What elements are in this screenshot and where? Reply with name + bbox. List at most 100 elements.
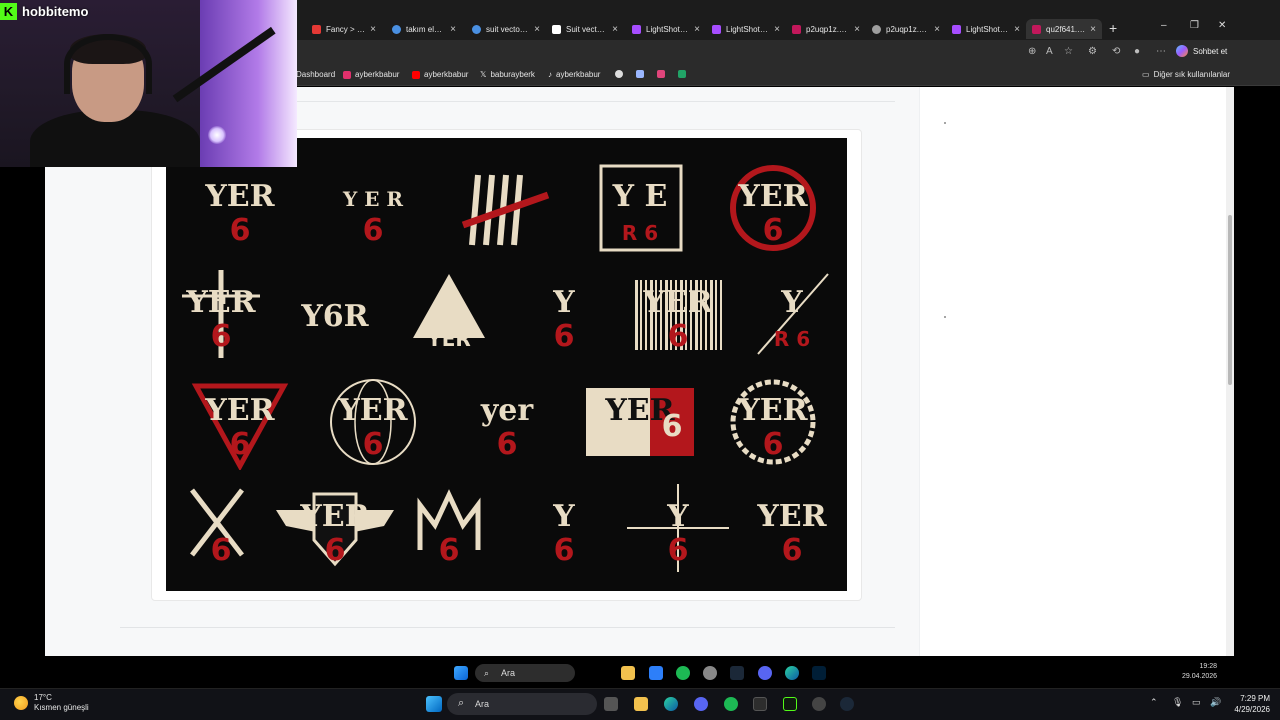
start-button[interactable] bbox=[426, 696, 442, 712]
bookmark-tiktok[interactable]: ♪ ayberkbabur bbox=[548, 70, 600, 79]
bookmark-extra-1[interactable] bbox=[615, 70, 623, 78]
logo-mark: YER6 bbox=[182, 270, 261, 358]
history-icon[interactable]: ⟲ bbox=[1112, 46, 1120, 57]
obs-app-icon[interactable] bbox=[783, 697, 797, 711]
more-menu-icon[interactable]: ⋯ bbox=[1156, 46, 1166, 57]
zoom-icon[interactable]: ⊕ bbox=[1028, 46, 1036, 57]
profile-icon[interactable]: ● bbox=[1134, 46, 1140, 57]
bookmark-dashboard[interactable]: Dashboard bbox=[296, 70, 335, 79]
sidebar bbox=[919, 87, 1226, 656]
other-bookmarks[interactable]: ▭ Diğer sık kullanılanlar bbox=[1142, 70, 1230, 79]
bookmark-x[interactable]: 𝕏 baburayberk bbox=[480, 70, 535, 79]
tab-qu2f641-active[interactable]: qu2f641.png × bbox=[1026, 19, 1102, 39]
minimize-button[interactable]: – bbox=[1161, 20, 1167, 31]
steam-icon[interactable] bbox=[730, 666, 744, 680]
terminal-icon[interactable] bbox=[753, 697, 767, 711]
logo-mark: YER6 bbox=[634, 280, 722, 354]
logo-yer6-globe: YER 6 bbox=[314, 374, 432, 470]
scrollbar[interactable] bbox=[1226, 87, 1234, 656]
logo-yer6-wings: YER 6 bbox=[276, 480, 395, 576]
windows-icon[interactable] bbox=[454, 666, 468, 680]
logo-mark: YER6 bbox=[205, 179, 276, 248]
network-icon[interactable]: ▭ bbox=[1192, 697, 1201, 708]
close-icon[interactable]: × bbox=[854, 24, 860, 35]
taskbar-search-box[interactable]: Ara bbox=[447, 693, 597, 715]
spotify-icon[interactable] bbox=[724, 697, 738, 711]
logo-yer6-pyramid: 6 YER bbox=[390, 266, 508, 362]
read-aloud-icon[interactable]: A bbox=[1046, 46, 1053, 57]
close-icon[interactable]: × bbox=[1014, 24, 1020, 35]
tab-p2uqp1z-1[interactable]: p2uqp1z.png × bbox=[786, 19, 866, 39]
close-icon[interactable]: × bbox=[934, 24, 940, 35]
bookmark-youtube[interactable]: ayberkbabur bbox=[412, 70, 468, 79]
close-icon[interactable]: × bbox=[370, 24, 376, 35]
photoshop-icon[interactable] bbox=[812, 666, 826, 680]
close-icon[interactable]: × bbox=[450, 24, 456, 35]
logo-top-text: YER bbox=[205, 393, 276, 428]
weather-widget[interactable]: 17°C Kısmen güneşli bbox=[14, 693, 89, 713]
tab-suit-vector-png[interactable]: suit vector pn × bbox=[466, 19, 546, 39]
desk-light bbox=[208, 126, 226, 144]
file-explorer-icon[interactable] bbox=[634, 697, 648, 711]
tab-favicon-icon bbox=[392, 24, 401, 34]
tab-favicon-icon bbox=[632, 24, 641, 34]
favorite-star-icon[interactable]: ☆ bbox=[1064, 46, 1073, 57]
bookmark-instagram[interactable]: ayberkbabur bbox=[343, 70, 399, 79]
spotify-icon[interactable] bbox=[676, 666, 690, 680]
logo-collection-image[interactable]: YER 6 Y E R6Y ER 6 YER 6 YER 6 Y6R 6 YER Y 6 YER 6 Y R … bbox=[166, 138, 847, 591]
restore-button[interactable]: ❐ bbox=[1190, 20, 1199, 31]
taskbar-search-label: Ara bbox=[475, 699, 490, 709]
tab-favicon-icon bbox=[472, 24, 481, 34]
tab-suit-vector[interactable]: Suit vector ve × bbox=[546, 19, 624, 39]
tab-takim-elbise[interactable]: takım elbise × bbox=[386, 19, 462, 39]
inner-search-box[interactable]: Ara bbox=[475, 664, 575, 682]
system-clock[interactable]: 7:29 PM 4/29/2026 bbox=[1228, 693, 1270, 715]
steam-icon[interactable] bbox=[840, 697, 854, 711]
close-icon[interactable]: × bbox=[774, 24, 780, 35]
volume-icon[interactable]: 🔊 bbox=[1210, 697, 1221, 708]
youtube-icon bbox=[412, 70, 420, 79]
logo-top-text: YER bbox=[642, 285, 713, 320]
logo-yer6-palms: YER 6 bbox=[581, 374, 699, 470]
obs-icon[interactable] bbox=[812, 697, 826, 711]
bookmark-extra-4[interactable] bbox=[678, 70, 686, 78]
edge-icon[interactable] bbox=[785, 666, 799, 680]
discord-icon[interactable] bbox=[758, 666, 772, 680]
tab-favicon-icon bbox=[1032, 24, 1041, 34]
extensions-icon[interactable]: ⚙ bbox=[1088, 46, 1097, 57]
close-icon[interactable]: × bbox=[534, 24, 540, 35]
discord-icon[interactable] bbox=[694, 697, 708, 711]
logo-mark: YER6 bbox=[585, 388, 694, 456]
edge-icon[interactable] bbox=[664, 697, 678, 711]
bookmark-extra-3[interactable] bbox=[657, 70, 665, 78]
close-icon[interactable]: × bbox=[694, 24, 700, 35]
microphone-icon[interactable]: 🎙 bbox=[1172, 697, 1183, 708]
logo-mark: Y E R6 bbox=[342, 187, 403, 248]
logo-top-text: Y E R bbox=[342, 187, 403, 211]
tab-p2uqp1z-2[interactable]: p2uqp1z.png × bbox=[866, 19, 946, 39]
logo-top-text: yer bbox=[479, 393, 534, 428]
sparkle-icon bbox=[636, 70, 644, 78]
tab-fancy[interactable]: Fancy > Old × bbox=[306, 19, 382, 39]
tab-lightshot-1[interactable]: LightShot taı × bbox=[626, 19, 706, 39]
tab-label: LightShot taı bbox=[646, 24, 690, 34]
scrollbar-thumb[interactable] bbox=[1228, 215, 1232, 385]
tab-favicon-icon bbox=[552, 24, 561, 34]
tab-label: suit vector pn bbox=[486, 24, 530, 34]
tab-lightshot-3[interactable]: LightShot taı × bbox=[946, 19, 1026, 39]
app-icon[interactable] bbox=[703, 666, 717, 680]
close-window-button[interactable]: ✕ bbox=[1218, 20, 1226, 31]
tab-label: qu2f641.png bbox=[1046, 24, 1085, 34]
new-tab-button[interactable]: + bbox=[1109, 20, 1117, 36]
logo-x6-star: 6 bbox=[162, 480, 280, 576]
store-icon[interactable] bbox=[649, 666, 663, 680]
chevron-up-icon[interactable]: ⌃ bbox=[1150, 697, 1158, 708]
tab-lightshot-2[interactable]: LightShot taı × bbox=[706, 19, 786, 39]
folder-icon[interactable] bbox=[621, 666, 635, 680]
close-icon[interactable]: × bbox=[612, 24, 618, 35]
logo-bottom-text: 6 bbox=[496, 427, 517, 462]
close-icon[interactable]: × bbox=[1090, 24, 1096, 35]
bookmark-extra-2[interactable] bbox=[636, 70, 644, 78]
task-view-icon[interactable] bbox=[604, 697, 618, 711]
chat-button[interactable]: Sohbet et bbox=[1176, 45, 1227, 57]
